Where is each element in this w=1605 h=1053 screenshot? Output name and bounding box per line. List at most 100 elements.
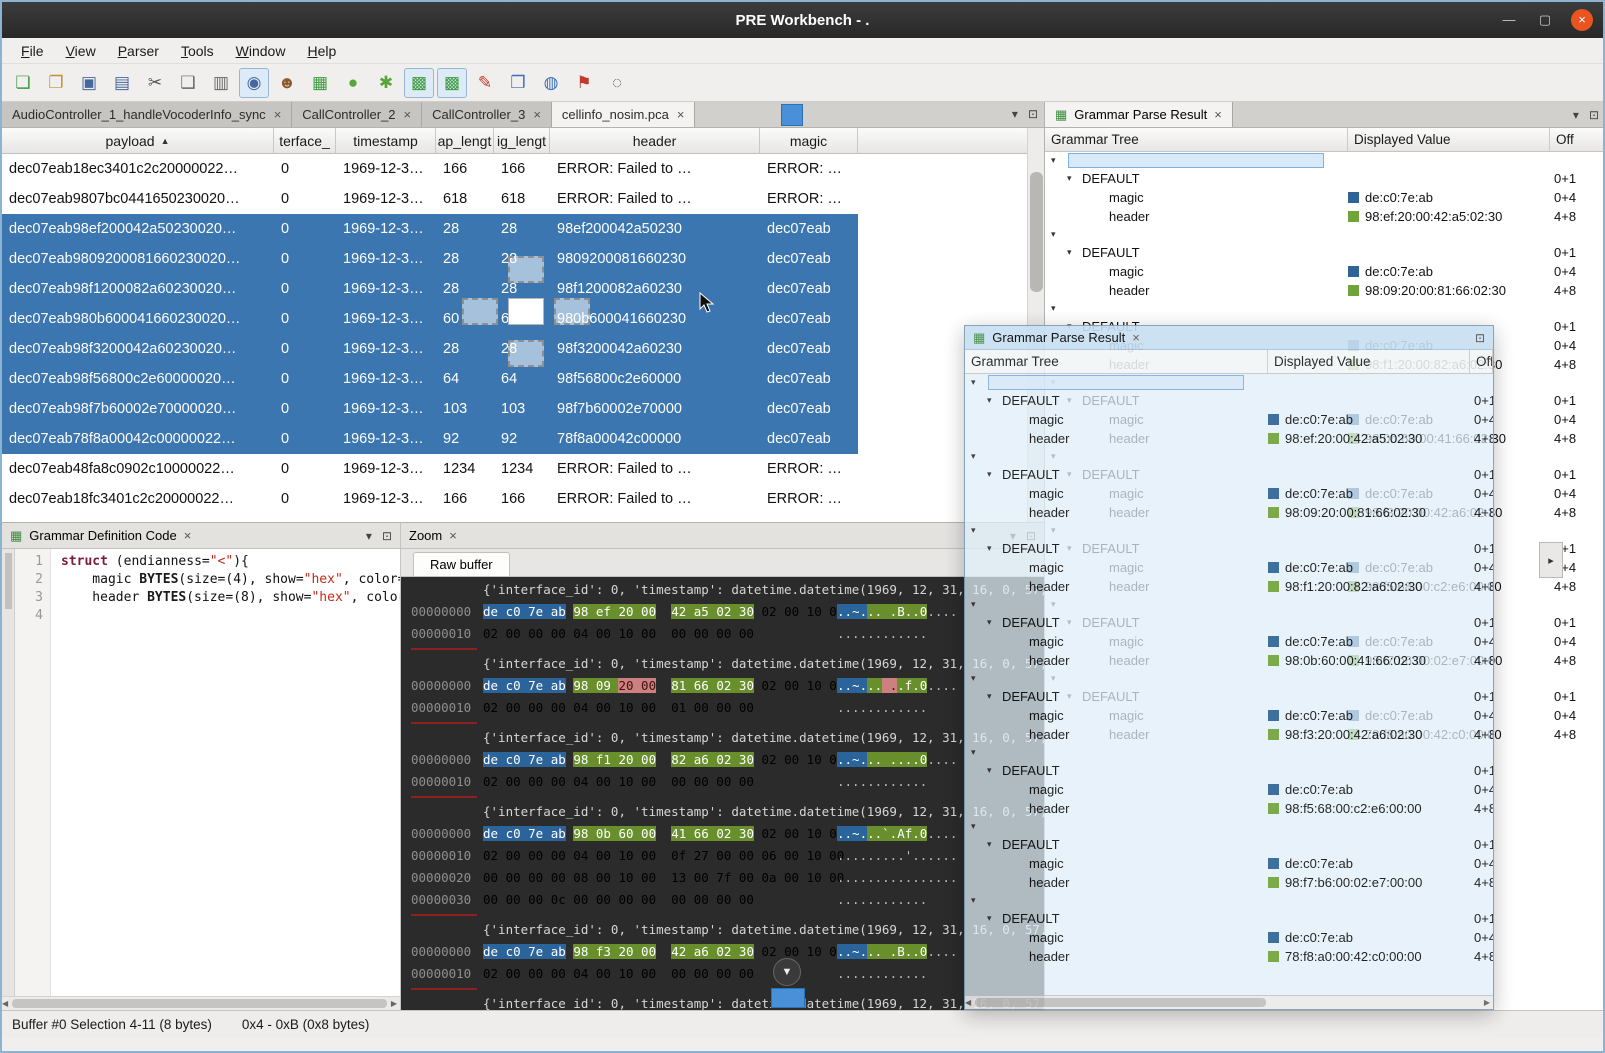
scrollbar-thumb[interactable] [5,553,12,609]
scroll-left-icon[interactable]: ◀ [965,998,971,1007]
tab-close-icon[interactable]: × [677,107,685,122]
titlebar[interactable]: PRE Workbench - . — ▢ × [2,2,1603,38]
hex-row[interactable]: 00000000de c0 7e ab 98 09 20 00 81 66 02… [401,675,1044,697]
hex-row[interactable]: 00000000de c0 7e ab 98 f1 20 00 82 a6 02… [401,749,1044,771]
hex-row[interactable]: 0000001002 00 00 00 04 00 10 00 00 00 00… [401,771,1044,793]
menu-window[interactable]: Window [225,40,297,62]
tab-float-icon[interactable]: ⊡ [1028,107,1038,121]
table-row[interactable]: dec07eab18ec3401c2c20000022…01969-12-3…1… [2,154,858,184]
tab-1[interactable]: CallController_2× [292,102,422,127]
table-row[interactable]: dec07eab78f8a00042c00000022…01969-12-3…9… [2,424,858,454]
tree-row-magic[interactable]: magicde:c0:7e:ab0+4 [965,558,1493,577]
table-row[interactable]: dec07eab9807bc0441650230020…01969-12-3…6… [2,184,858,214]
menu-tools[interactable]: Tools [170,40,225,62]
tree-root-row[interactable]: ▾ [1045,300,1605,317]
col-grammar-tree[interactable]: Grammar Tree [965,350,1268,373]
new-file-button[interactable]: ❏ [8,68,38,98]
table-row[interactable]: dec07eab9809200081660230020…01969-12-3…2… [2,244,858,274]
tree-row-magic[interactable]: magicde:c0:7e:ab0+4 [965,632,1493,651]
hex-dump-view[interactable]: {'interface_id': 0, 'timestamp': datetim… [401,577,1044,1010]
tree-root-row[interactable]: ▾ [1045,152,1605,169]
table-row[interactable]: dec07eab18fc3401c2c20000022…01969-12-3…1… [2,484,858,514]
tree-root-row[interactable]: ▾ [965,522,1493,539]
save-button[interactable]: ▣ [74,68,104,98]
tree-row-default[interactable]: ▾DEFAULT0+1 [965,761,1493,780]
print-button[interactable]: ▥ [206,68,236,98]
tree-row-default[interactable]: ▾DEFAULT0+1 [965,835,1493,854]
parse-grid-alt-button[interactable]: ▩ [437,68,467,98]
tree-row-header[interactable]: header98:f5:68:00:c2:e6:00:004+8 [965,799,1493,818]
col-offset[interactable]: Off [1550,128,1605,151]
table-row[interactable]: dec07eab98f56800c2e60000020…01969-12-3…6… [2,364,858,394]
tree-row-magic[interactable]: magicde:c0:7e:ab0+4 [965,706,1493,725]
tree-row-header[interactable]: header98:f3:20:00:42:a6:02:304+8 [965,725,1493,744]
scrollbar-thumb[interactable] [1030,172,1043,292]
hex-row[interactable]: 00000000de c0 7e ab 98 f3 20 00 42 a6 02… [401,941,1044,963]
scroll-right-icon[interactable]: ▶ [1484,998,1493,1007]
grammar-parse-result-tab[interactable]: ▦ Grammar Parse Result × [1045,102,1233,127]
debug-button[interactable]: ● [338,68,368,98]
col-offset[interactable]: Off [1470,350,1493,373]
tree-row-default[interactable]: ▾DEFAULT0+1 [965,465,1493,484]
col-ap_lengt[interactable]: ap_lengt [436,128,494,153]
tree-row-header[interactable]: header98:09:20:00:81:66:02:304+8 [965,503,1493,522]
col-grammar-tree[interactable]: Grammar Tree [1045,128,1348,151]
tree-root-row[interactable]: ▾ [965,596,1493,613]
close-icon[interactable]: × [1214,107,1222,122]
table-row[interactable]: dec07eab98ef200042a50230020…01969-12-3…2… [2,214,858,244]
tree-row-header[interactable]: header98:09:20:00:81:66:02:304+8 [1045,281,1605,300]
floating-horizontal-scrollbar[interactable]: ◀ ▶ [965,995,1493,1009]
tab-close-icon[interactable]: × [533,107,541,122]
panel-float-icon[interactable]: ⊡ [1475,331,1485,345]
tab-close-icon[interactable]: × [404,107,412,122]
tree-row-default[interactable]: ▾DEFAULT0+1 [965,909,1493,928]
table-row[interactable]: dec07eab98f7b60002e70000020…01969-12-3…1… [2,394,858,424]
table-row[interactable]: dec07eab98f1200082a60230020…01969-12-3…2… [2,274,858,304]
new-window-button[interactable]: ❒ [503,68,533,98]
tab-0[interactable]: AudioController_1_handleVocoderInfo_sync… [2,102,292,127]
hex-row[interactable]: 0000003000 00 00 0c 00 00 00 00 00 00 00… [401,889,1044,911]
tree-row-header[interactable]: header98:f7:b6:00:02:e7:00:004+8 [965,873,1493,892]
code-horizontal-scrollbar[interactable]: ◀ ▶ [2,996,400,1010]
col-displayed-value[interactable]: Displayed Value [1268,350,1470,373]
tree-row-magic[interactable]: magicde:c0:7e:ab0+4 [965,854,1493,873]
tree-root-row[interactable]: ▾ [965,448,1493,465]
run-parser-button[interactable]: ✱ [371,68,401,98]
dock-float-icon[interactable]: ⊡ [1589,108,1599,122]
tree-row-header[interactable]: header98:ef:20:00:42:a5:02:304+8 [1045,207,1605,226]
tree-root-row[interactable]: ▾ [1045,226,1605,243]
tree-row-default[interactable]: ▾DEFAULT0+1 [1045,243,1605,262]
scrollbar-thumb[interactable] [975,998,1265,1007]
menu-parser[interactable]: Parser [107,40,170,62]
code-left-scrollbar[interactable] [2,549,15,996]
menu-help[interactable]: Help [296,40,347,62]
hex-row[interactable]: 00000000de c0 7e ab 98 ef 20 00 42 a5 02… [401,601,1044,623]
tree-row-default[interactable]: ▾DEFAULT0+1 [965,687,1493,706]
close-button[interactable]: × [1571,9,1593,31]
tree-root-row[interactable]: ▾ [965,670,1493,687]
tree-row-default[interactable]: ▾DEFAULT0+1 [965,539,1493,558]
scroll-down-indicator[interactable]: ▼ [773,958,801,986]
dock-collapse-button[interactable]: ▸ [1539,542,1563,578]
help-web-button[interactable]: ◍ [536,68,566,98]
pin-button[interactable]: ⚑ [569,68,599,98]
close-icon[interactable]: × [449,528,457,543]
hex-row[interactable]: 00000000de c0 7e ab 98 0b 60 00 41 66 02… [401,823,1044,845]
tree-row-magic[interactable]: magicde:c0:7e:ab0+4 [965,484,1493,503]
copy-button[interactable]: ❑ [173,68,203,98]
search-button[interactable]: ◌ [602,68,632,98]
code-lines[interactable]: struct (endianness="<"){ magic BYTES(siz… [51,549,400,996]
scroll-left-icon[interactable]: ◀ [2,999,8,1008]
user-button[interactable]: ☻ [272,68,302,98]
panel-float-icon[interactable]: ⊡ [382,529,392,543]
tree-row-magic[interactable]: magicde:c0:7e:ab0+4 [965,410,1493,429]
tree-row-header[interactable]: header78:f8:a0:00:42:c0:00:004+8 [965,947,1493,966]
open-file-button[interactable]: ❐ [41,68,71,98]
scroll-right-icon[interactable]: ▶ [391,999,400,1008]
preview-button[interactable]: ◉ [239,68,269,98]
save-as-button[interactable]: ▤ [107,68,137,98]
hex-row[interactable]: 0000001002 00 00 00 04 00 10 00 00 00 00… [401,963,1044,985]
col-timestamp[interactable]: timestamp [336,128,436,153]
scrollbar-thumb[interactable] [12,999,387,1008]
tree-root-row[interactable]: ▾ [965,818,1493,835]
